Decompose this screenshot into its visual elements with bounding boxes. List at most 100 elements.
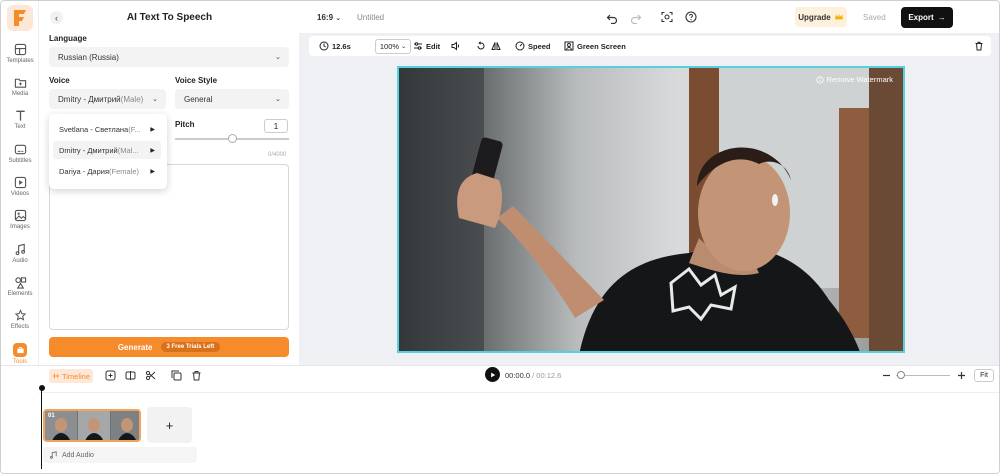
voice-option[interactable]: Dariya - Дария (Female) ▶ xyxy=(53,162,161,180)
time-ruler[interactable] xyxy=(39,385,999,393)
scissors-icon[interactable] xyxy=(145,370,156,381)
playhead-handle[interactable] xyxy=(39,385,45,391)
info-icon xyxy=(815,75,824,84)
aspect-ratio-value: 16:9 xyxy=(317,13,334,22)
generate-button[interactable]: Generate 3 Free Trials Left xyxy=(49,337,289,357)
character-counter: 0/4000 xyxy=(268,152,287,158)
timeline-zoom-handle[interactable] xyxy=(897,371,906,379)
sidebar-item-images[interactable]: Images xyxy=(1,209,39,239)
clock-icon xyxy=(319,41,329,51)
voice-option[interactable]: Svetlana - Светлана (F... ▶ xyxy=(53,120,161,138)
aspect-ratio-select[interactable]: 16:9 ⌄ xyxy=(317,13,341,22)
sidebar-item-subtitles[interactable]: Subtitles xyxy=(1,143,39,173)
zoom-select[interactable]: 100% ⌄ xyxy=(375,39,411,54)
volume-icon xyxy=(451,41,459,51)
chevron-down-icon: ⌄ xyxy=(275,54,281,61)
sidebar-item-media[interactable]: Media xyxy=(1,76,39,106)
pitch-label: Pitch xyxy=(175,120,195,129)
trash-icon[interactable] xyxy=(191,370,202,381)
green-screen-button[interactable]: Green Screen xyxy=(564,41,626,51)
project-name[interactable]: Untitled xyxy=(357,13,384,22)
sidebar-item-label: Text xyxy=(14,124,26,130)
sidebar-item-audio[interactable]: Audio xyxy=(1,243,39,273)
language-value: Russian (Russia) xyxy=(58,52,119,62)
play-preview-icon[interactable]: ▶ xyxy=(150,147,155,154)
split-icon[interactable] xyxy=(125,370,136,381)
panel-title: AI Text To Speech xyxy=(126,12,213,23)
delete-button[interactable] xyxy=(974,41,984,51)
sidebar-item-videos[interactable]: Videos xyxy=(1,176,39,206)
voice-option[interactable]: Dmitry - Дмитрий (Mal... ▶ xyxy=(53,141,161,159)
canvas-toolbar: 12.6s 100% ⌄ Edit Speed Green Screen xyxy=(309,36,991,56)
effects-icon xyxy=(14,309,26,321)
sidebar-item-templates[interactable]: Templates xyxy=(1,43,39,73)
screenshot-icon[interactable] xyxy=(661,11,673,23)
play-icon xyxy=(490,372,495,377)
playhead[interactable] xyxy=(41,387,42,469)
subtitles-icon xyxy=(14,144,26,155)
media-icon xyxy=(14,78,26,88)
chevron-down-icon: ⌄ xyxy=(335,15,342,22)
language-select[interactable]: Russian (Russia) ⌄ xyxy=(49,47,289,67)
sidebar-item-text[interactable]: Text xyxy=(1,109,39,139)
play-preview-icon[interactable]: ▶ xyxy=(150,168,155,175)
flip-button[interactable] xyxy=(491,41,501,51)
voice-option-name: Dmitry - Дмитрий xyxy=(59,145,118,155)
add-audio-button[interactable]: Add Audio xyxy=(43,447,197,463)
videos-icon xyxy=(14,176,26,189)
fit-button[interactable]: Fit xyxy=(974,369,994,382)
arrow-right-icon: → xyxy=(937,13,946,22)
pitch-slider-handle[interactable] xyxy=(228,134,237,143)
redo-icon[interactable] xyxy=(630,12,642,24)
help-icon[interactable] xyxy=(685,11,697,23)
clip-thumbnails xyxy=(45,411,139,440)
elements-icon xyxy=(14,277,26,289)
upgrade-button[interactable]: Upgrade xyxy=(795,7,847,27)
duration-display[interactable]: 12.6s xyxy=(319,41,351,51)
video-clip[interactable]: 01 xyxy=(43,409,141,442)
time-display: 00:00.0 / 00:12.6 xyxy=(505,371,561,380)
add-clip-button[interactable]: + xyxy=(147,407,192,443)
green-screen-icon xyxy=(564,41,574,51)
remove-watermark-label: Remove Watermark xyxy=(826,75,893,84)
add-audio-label: Add Audio xyxy=(62,451,94,459)
app-logo[interactable] xyxy=(7,5,33,31)
sidebar-item-label: Images xyxy=(10,224,30,230)
undo-icon[interactable] xyxy=(606,12,618,24)
zoom-in-icon[interactable] xyxy=(956,370,967,381)
speed-button[interactable]: Speed xyxy=(515,41,551,51)
voice-select[interactable]: Dmitry - Дмитрий (Male) ⌄ xyxy=(49,89,166,109)
video-preview[interactable]: Remove Watermark xyxy=(397,66,905,353)
export-label: Export xyxy=(908,13,934,22)
play-button[interactable] xyxy=(485,367,500,382)
duration-value: 12.6s xyxy=(332,41,351,51)
clip-number: 01 xyxy=(48,413,55,419)
tab-timeline[interactable]: Timeline xyxy=(49,369,93,383)
templates-icon xyxy=(14,43,26,56)
play-preview-icon[interactable]: ▶ xyxy=(150,126,155,133)
app-window: Templates Media Text Subtitles Videos Im… xyxy=(0,0,1000,474)
voice-option-name: Dariya - Дария xyxy=(59,166,110,176)
remove-watermark-button[interactable]: Remove Watermark xyxy=(815,75,893,84)
sidebar-item-elements[interactable]: Elements xyxy=(1,276,39,306)
export-button[interactable]: Export → xyxy=(901,7,953,28)
generate-label: Generate xyxy=(117,342,153,352)
trash-icon xyxy=(975,41,983,51)
music-note-icon xyxy=(50,451,57,459)
zoom-out-icon[interactable] xyxy=(881,370,892,381)
pitch-input[interactable]: 1 xyxy=(264,119,288,133)
rotate-button[interactable] xyxy=(476,41,486,51)
sidebar-item-label: Elements xyxy=(7,291,33,297)
edit-button[interactable]: Edit xyxy=(413,41,440,51)
current-time: 00:00.0 xyxy=(505,371,531,380)
total-time: / 00:12.6 xyxy=(532,371,562,380)
add-clip-icon[interactable] xyxy=(105,370,116,381)
chevron-down-icon: ⌄ xyxy=(401,44,407,50)
duplicate-icon[interactable] xyxy=(171,370,182,381)
tools-icon xyxy=(13,343,27,357)
volume-button[interactable] xyxy=(451,41,461,51)
sidebar-item-effects[interactable]: Effects xyxy=(1,309,39,339)
logo-icon xyxy=(14,10,26,26)
voice-style-select[interactable]: General ⌄ xyxy=(175,89,289,109)
voice-option-gender: (Mal... xyxy=(117,145,139,155)
